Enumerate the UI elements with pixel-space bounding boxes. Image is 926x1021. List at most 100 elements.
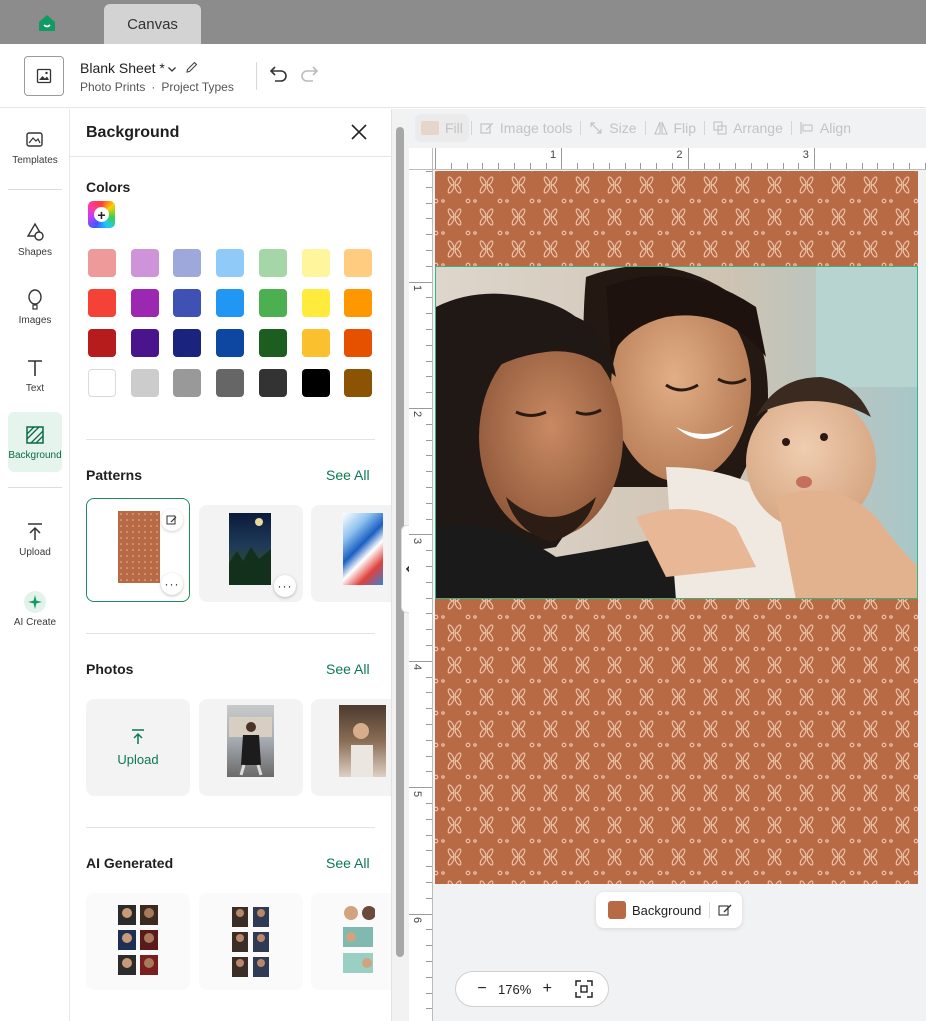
tab-canvas[interactable]: Canvas xyxy=(104,4,201,44)
ruler-tick xyxy=(426,976,432,978)
color-swatch[interactable] xyxy=(173,249,202,277)
rail-shapes[interactable]: Shapes xyxy=(8,209,62,269)
add-color-button[interactable]: + xyxy=(88,201,115,228)
canvas-sheet[interactable] xyxy=(435,171,918,884)
photo-card-smiling-woman[interactable] xyxy=(311,699,391,796)
arrange-button[interactable]: Arrange xyxy=(707,114,789,142)
color-swatch[interactable] xyxy=(130,329,159,357)
redo-icon[interactable] xyxy=(298,64,322,86)
color-swatch[interactable] xyxy=(88,289,116,317)
color-swatch[interactable] xyxy=(216,249,245,277)
ruler-tick xyxy=(893,163,895,169)
ai-card-2[interactable] xyxy=(199,893,303,990)
color-swatch[interactable] xyxy=(344,289,373,317)
document-title[interactable]: Blank Sheet * xyxy=(80,60,165,76)
ruler-tick xyxy=(409,913,432,915)
color-swatch[interactable] xyxy=(344,329,373,357)
color-swatch[interactable] xyxy=(88,249,116,277)
rail-images[interactable]: Images xyxy=(8,277,62,337)
edit-pattern-icon[interactable] xyxy=(161,509,183,531)
family-photo[interactable] xyxy=(435,266,918,599)
photos-see-all-link[interactable]: See All xyxy=(326,661,370,677)
patterns-see-all-link[interactable]: See All xyxy=(326,467,370,483)
pattern-card-abstract[interactable] xyxy=(311,505,391,602)
ruler-tick xyxy=(426,834,432,836)
ruler-number: 1 xyxy=(411,284,424,292)
image-icon[interactable] xyxy=(24,56,64,96)
color-swatch[interactable] xyxy=(301,289,330,317)
color-swatch[interactable] xyxy=(216,329,245,357)
edit-background-icon[interactable] xyxy=(718,903,732,917)
fit-to-screen-icon[interactable] xyxy=(575,980,593,998)
ruler-tick xyxy=(426,818,432,820)
background-chip[interactable]: Background xyxy=(596,892,742,928)
color-swatch[interactable] xyxy=(173,369,202,397)
rail-ai-create[interactable]: AI Create xyxy=(8,579,62,639)
more-options-icon[interactable]: ··· xyxy=(161,573,183,595)
ruler-tick xyxy=(426,202,432,204)
color-swatch[interactable] xyxy=(88,329,116,357)
color-swatch[interactable] xyxy=(344,369,373,397)
panel-header: Background xyxy=(70,109,391,157)
color-swatch[interactable] xyxy=(130,249,159,277)
rail-upload[interactable]: Upload xyxy=(8,509,62,569)
color-swatch[interactable] xyxy=(344,249,373,277)
breadcrumb-project-types[interactable]: Project Types xyxy=(161,80,233,94)
ai-card-3[interactable] xyxy=(311,893,391,990)
color-swatch[interactable] xyxy=(301,369,330,397)
undo-icon[interactable] xyxy=(266,64,290,86)
colors-heading: Colors xyxy=(86,179,131,195)
photo-card-person-street[interactable] xyxy=(199,699,303,796)
color-swatch[interactable] xyxy=(88,369,116,397)
color-swatch[interactable] xyxy=(301,249,330,277)
document-header: Blank Sheet * Photo Prints · Project Types xyxy=(0,44,926,108)
ai-card-1[interactable] xyxy=(86,893,190,990)
pattern-card-selected[interactable]: ··· xyxy=(86,498,190,602)
color-swatch[interactable] xyxy=(258,329,287,357)
more-options-icon[interactable]: ··· xyxy=(274,575,296,597)
ai-generated-see-all-link[interactable]: See All xyxy=(326,855,370,871)
pattern-thumbnail xyxy=(343,513,383,585)
color-swatch[interactable] xyxy=(130,369,159,397)
close-icon[interactable] xyxy=(350,123,368,141)
photos-heading: Photos xyxy=(86,661,134,677)
breadcrumb-photo-prints[interactable]: Photo Prints xyxy=(80,80,145,94)
image-tools-button[interactable]: Image tools xyxy=(474,114,578,142)
color-swatch[interactable] xyxy=(173,289,202,317)
ruler-tick xyxy=(703,163,705,169)
photo-thumbnail xyxy=(227,705,274,777)
size-button[interactable]: Size xyxy=(583,114,642,142)
ruler-tick xyxy=(751,163,752,169)
color-swatch[interactable] xyxy=(216,289,245,317)
zoom-out-button[interactable]: − xyxy=(470,980,494,998)
color-swatch[interactable] xyxy=(130,289,159,317)
ruler-tick xyxy=(624,163,626,169)
upload-photo-card[interactable]: Upload xyxy=(86,699,190,796)
color-swatch[interactable] xyxy=(216,369,245,397)
ruler-tick xyxy=(426,613,432,615)
color-swatch[interactable] xyxy=(173,329,202,357)
home-icon[interactable] xyxy=(36,13,58,33)
fill-tool[interactable]: Fill xyxy=(415,114,469,142)
chevron-down-icon[interactable] xyxy=(166,62,178,74)
toolbar-divider xyxy=(644,121,646,135)
flip-button[interactable]: Flip xyxy=(648,114,703,142)
color-swatch[interactable] xyxy=(301,329,330,357)
breadcrumb-separator: · xyxy=(151,80,156,94)
color-swatch[interactable] xyxy=(258,369,287,397)
ruler-tick xyxy=(426,297,432,299)
color-swatch[interactable] xyxy=(258,249,287,277)
rail-templates[interactable]: Templates xyxy=(8,117,62,177)
color-swatch[interactable] xyxy=(258,289,287,317)
rail-text[interactable]: Text xyxy=(8,345,62,405)
patterns-heading: Patterns xyxy=(86,467,143,483)
pattern-card-night-scene[interactable]: ··· xyxy=(199,505,303,602)
ruler-tick xyxy=(426,313,432,315)
zoom-level[interactable]: 176% xyxy=(498,982,531,997)
zoom-in-button[interactable]: + xyxy=(535,980,559,998)
align-button[interactable]: Align xyxy=(794,114,857,142)
rail-background[interactable]: Background xyxy=(8,412,62,472)
context-toolbar: Fill Image tools Size Flip Arrange Align xyxy=(409,109,926,147)
ruler-tick xyxy=(426,581,432,583)
pencil-icon[interactable] xyxy=(185,60,199,74)
